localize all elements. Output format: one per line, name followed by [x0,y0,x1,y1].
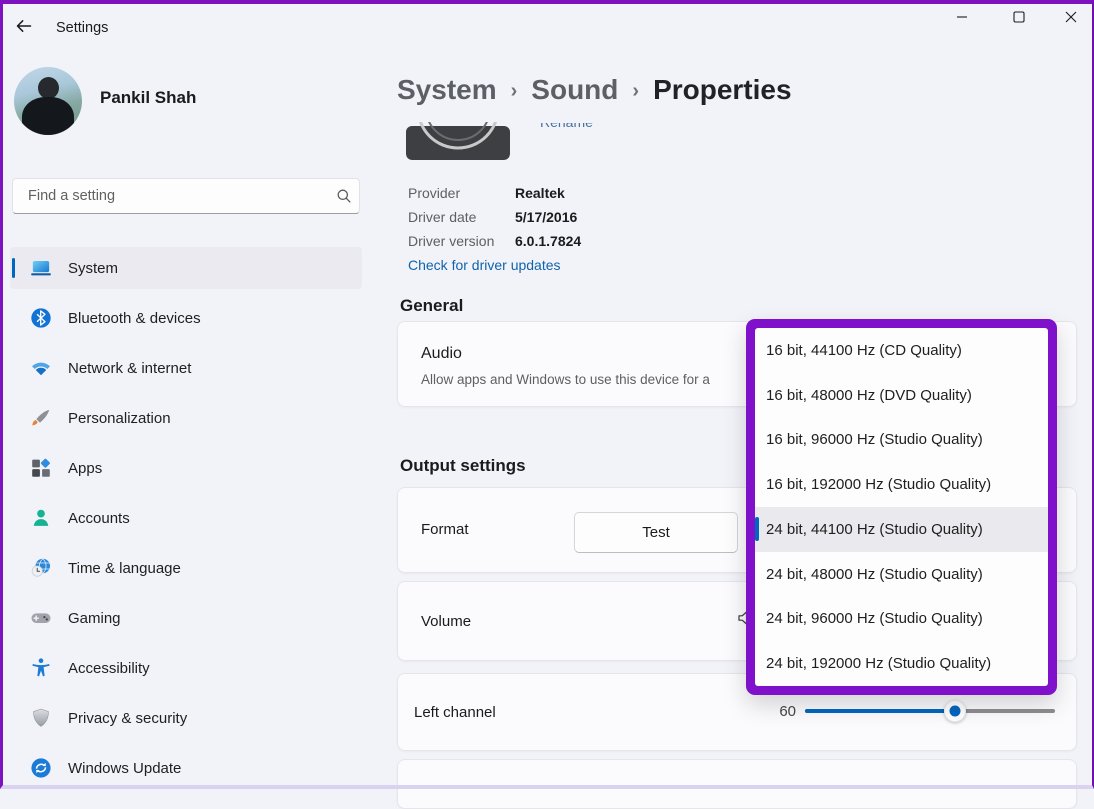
sidebar-item-system[interactable]: System [10,247,362,289]
network-icon [30,357,52,379]
slider-value: 60 [770,703,796,720]
sidebar-item-label: Privacy & security [68,710,187,727]
device-property-row: Provider Realtek [408,185,565,201]
close-icon [1065,10,1077,28]
titlebar: Settings [0,0,1094,56]
back-button[interactable] [8,13,40,43]
sidebar-item-time-language[interactable]: Time & language [10,547,362,589]
dropdown-item[interactable]: 16 bit, 96000 Hz (Studio Quality) [755,418,1048,463]
sidebar-item-label: Windows Update [68,760,181,777]
device-property-row: Driver version 6.0.1.7824 [408,233,581,249]
dropdown-item[interactable]: 16 bit, 48000 Hz (DVD Quality) [755,373,1048,418]
test-button[interactable]: Test [574,512,738,553]
sidebar-item-label: Accounts [68,510,130,527]
apps-icon [30,457,52,479]
sidebar-item-label: Bluetooth & devices [68,310,201,327]
property-label: Driver version [408,233,515,249]
accessibility-icon [30,657,52,679]
time-language-icon [30,557,52,579]
dropdown-item[interactable]: 24 bit, 192000 Hz (Studio Quality) [755,641,1048,686]
user-name: Pankil Shah [100,88,196,108]
property-value: 5/17/2016 [515,209,577,225]
close-button[interactable] [1051,4,1091,34]
breadcrumb: System › Sound › Properties [397,74,792,106]
dropdown-item[interactable]: 24 bit, 48000 Hz (Studio Quality) [755,552,1048,597]
sidebar-item-accounts[interactable]: Accounts [10,497,362,539]
dropdown-item[interactable]: 24 bit, 44100 Hz (Studio Quality) [755,507,1048,552]
sidebar-nav: System Bluetooth & devices Network & int… [10,247,362,797]
sidebar-item-privacy-security[interactable]: Privacy & security [10,697,362,739]
avatar-photo [38,77,59,99]
left-channel-label: Left channel [414,704,496,721]
sidebar-item-bluetooth-devices[interactable]: Bluetooth & devices [10,297,362,339]
next-settings-card [397,759,1077,809]
property-label: Driver date [408,209,515,225]
bluetooth-icon [30,307,52,329]
format-label: Format [421,521,469,538]
maximize-icon [1013,10,1025,28]
sidebar-item-network-internet[interactable]: Network & internet [10,347,362,389]
chevron-right-icon: › [632,80,639,103]
sidebar-item-label: Apps [68,460,102,477]
sidebar-item-apps[interactable]: Apps [10,447,362,489]
property-value: 6.0.1.7824 [515,233,581,249]
left-channel-slider[interactable] [805,700,1055,722]
page-title: Properties [653,74,792,106]
window-title: Settings [56,20,108,36]
rename-link[interactable]: Rename [540,123,620,136]
sidebar-item-label: Network & internet [68,360,191,377]
audio-title: Audio [421,345,462,363]
sidebar-item-label: System [68,260,118,277]
device-property-row: Driver date 5/17/2016 [408,209,577,225]
left-channel-slider-group: 60 [770,700,1055,722]
volume-label: Volume [421,613,471,630]
minimize-icon [956,10,968,28]
sidebar-item-label: Personalization [68,410,171,427]
speaker-device-image [406,122,510,160]
format-dropdown-list: 16 bit, 44100 Hz (CD Quality) 16 bit, 48… [755,328,1048,686]
sidebar-item-label: Gaming [68,610,121,627]
sidebar-item-gaming[interactable]: Gaming [10,597,362,639]
search-icon[interactable] [329,188,359,204]
sidebar-item-personalization[interactable]: Personalization [10,397,362,439]
system-icon [30,257,52,279]
sidebar-item-label: Time & language [68,560,181,577]
windows-update-icon [30,757,52,779]
gaming-icon [30,607,52,629]
back-arrow-icon [14,16,34,41]
general-header: General [400,296,463,316]
personalization-icon [30,407,52,429]
accounts-icon [30,507,52,529]
privacy-security-icon [30,707,52,729]
property-value: Realtek [515,185,565,201]
search-box[interactable] [12,178,360,214]
property-label: Provider [408,185,515,201]
user-avatar[interactable] [14,67,82,135]
breadcrumb-system[interactable]: System [397,74,497,106]
annotation-highlight-box: 16 bit, 44100 Hz (CD Quality) 16 bit, 48… [746,319,1057,695]
check-driver-updates-link[interactable]: Check for driver updates [408,257,561,273]
chevron-right-icon: › [511,80,518,103]
sidebar-item-windows-update[interactable]: Windows Update [10,747,362,789]
maximize-button[interactable] [999,4,1039,34]
slider-knob[interactable] [944,700,966,722]
slider-fill [805,709,955,713]
dropdown-item[interactable]: 16 bit, 44100 Hz (CD Quality) [755,328,1048,373]
minimize-button[interactable] [942,4,982,34]
dropdown-item[interactable]: 24 bit, 96000 Hz (Studio Quality) [755,597,1048,642]
sidebar-item-label: Accessibility [68,660,150,677]
sidebar-item-accessibility[interactable]: Accessibility [10,647,362,689]
output-settings-header: Output settings [400,456,526,476]
breadcrumb-sound[interactable]: Sound [531,74,618,106]
dropdown-item[interactable]: 16 bit, 192000 Hz (Studio Quality) [755,462,1048,507]
search-input[interactable] [26,187,329,205]
